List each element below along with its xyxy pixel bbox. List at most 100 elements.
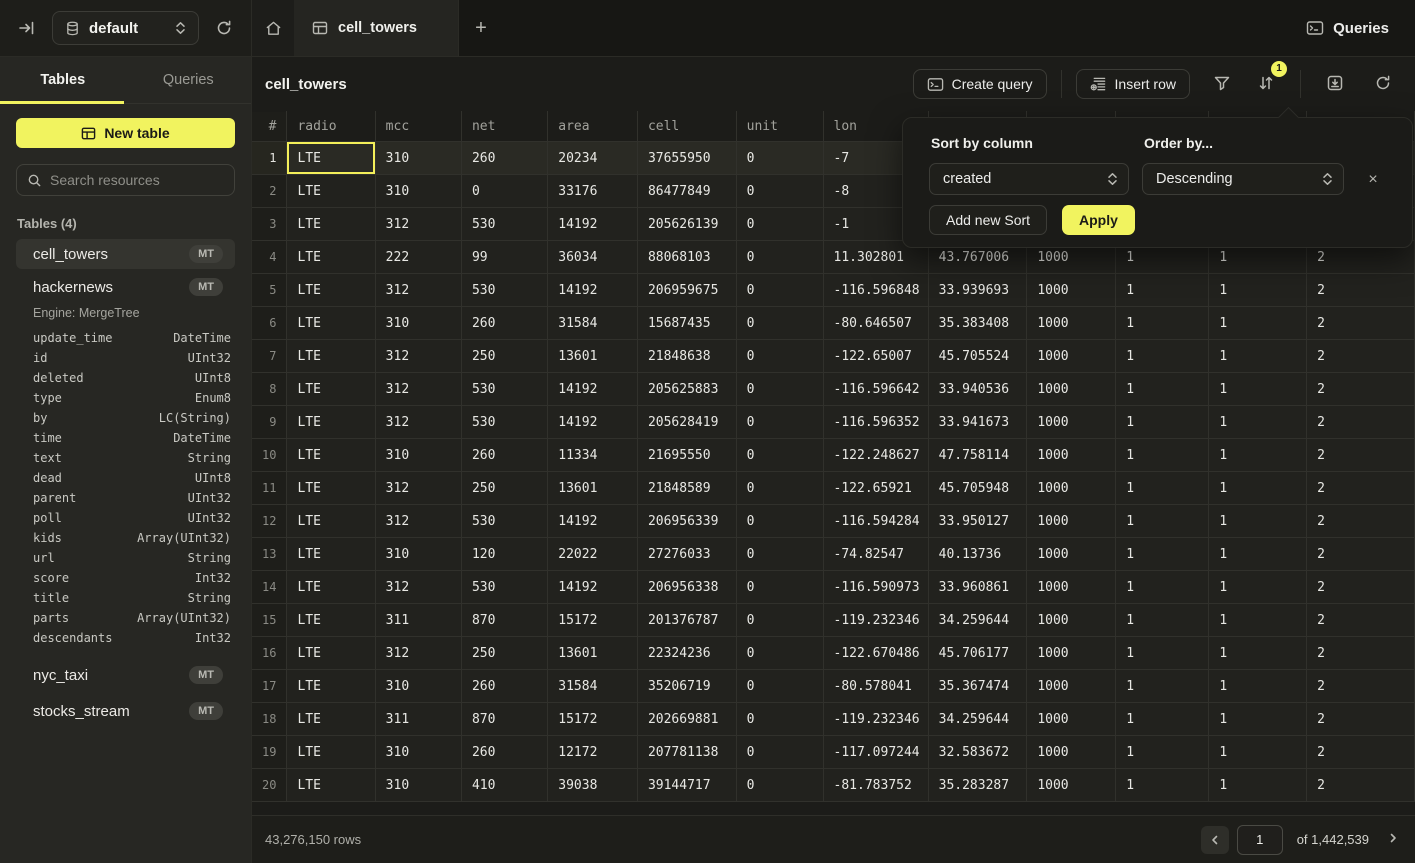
table-cell[interactable]: 33176	[548, 175, 638, 208]
table-cell[interactable]: 1000	[1027, 670, 1116, 703]
apply-sort-button[interactable]: Apply	[1062, 205, 1135, 235]
table-cell[interactable]: 311	[375, 703, 461, 736]
collapse-sidebar-button[interactable]	[14, 15, 40, 41]
table-cell[interactable]: 206956338	[637, 571, 736, 604]
table-cell[interactable]: 20234	[548, 142, 638, 175]
table-cell[interactable]: -80.646507	[823, 307, 928, 340]
new-tab-button[interactable]: +	[459, 0, 503, 56]
table-cell[interactable]: 15172	[548, 703, 638, 736]
table-cell[interactable]: 0	[736, 538, 823, 571]
table-cell[interactable]: 201376787	[637, 604, 736, 637]
table-cell[interactable]: 33.941673	[928, 406, 1027, 439]
table-cell[interactable]: LTE	[287, 736, 375, 769]
table-cell[interactable]: 1000	[1027, 406, 1116, 439]
table-cell[interactable]: 14192	[548, 571, 638, 604]
table-cell[interactable]: 2	[1307, 571, 1415, 604]
column-header-cell[interactable]: cell	[637, 112, 736, 142]
table-cell[interactable]: LTE	[287, 307, 375, 340]
table-cell[interactable]: 35.283287	[928, 769, 1027, 802]
table-cell[interactable]: 260	[461, 307, 547, 340]
table-cell[interactable]: 14192	[548, 505, 638, 538]
table-cell[interactable]: 2	[1307, 406, 1415, 439]
table-cell[interactable]: 2	[1307, 703, 1415, 736]
table-cell[interactable]: 530	[461, 406, 547, 439]
table-cell[interactable]: 1	[1209, 769, 1307, 802]
table-cell[interactable]: 205626139	[637, 208, 736, 241]
table-cell[interactable]: 36034	[548, 241, 638, 274]
table-cell[interactable]: -117.097244	[823, 736, 928, 769]
table-cell[interactable]: -80.578041	[823, 670, 928, 703]
table-cell[interactable]: 1	[1209, 406, 1307, 439]
table-cell[interactable]: -122.248627	[823, 439, 928, 472]
table-cell[interactable]: 1	[1116, 439, 1209, 472]
page-number-input[interactable]	[1237, 825, 1283, 855]
table-cell[interactable]: 35206719	[637, 670, 736, 703]
table-cell[interactable]: 0	[461, 175, 547, 208]
table-cell[interactable]: 34.259644	[928, 703, 1027, 736]
table-cell[interactable]: 1000	[1027, 373, 1116, 406]
table-cell[interactable]: 2	[1307, 604, 1415, 637]
table-cell[interactable]: 0	[736, 175, 823, 208]
sidebar-table-hackernews[interactable]: hackernewsMT	[16, 272, 235, 302]
table-cell[interactable]: 47.758114	[928, 439, 1027, 472]
sidebar-tab-queries[interactable]: Queries	[126, 57, 252, 103]
table-cell[interactable]: LTE	[287, 472, 375, 505]
table-cell[interactable]: 0	[736, 274, 823, 307]
table-cell[interactable]: -119.232346	[823, 703, 928, 736]
table-cell[interactable]: 0	[736, 373, 823, 406]
table-cell[interactable]: 260	[461, 142, 547, 175]
table-cell[interactable]: -122.670486	[823, 637, 928, 670]
queries-top-button[interactable]: Queries	[1280, 0, 1415, 56]
table-cell[interactable]: 86477849	[637, 175, 736, 208]
table-cell[interactable]: 0	[736, 340, 823, 373]
table-cell[interactable]: 870	[461, 604, 547, 637]
table-cell[interactable]: 0	[736, 142, 823, 175]
table-cell[interactable]: 250	[461, 637, 547, 670]
table-cell[interactable]: 45.705524	[928, 340, 1027, 373]
filter-button[interactable]	[1208, 69, 1236, 100]
table-cell[interactable]: -122.65921	[823, 472, 928, 505]
table-cell[interactable]: 1000	[1027, 604, 1116, 637]
table-cell[interactable]: 14192	[548, 208, 638, 241]
tab-cell-towers[interactable]: cell_towers	[294, 0, 459, 56]
table-cell[interactable]: 37655950	[637, 142, 736, 175]
table-cell[interactable]: 1000	[1027, 274, 1116, 307]
table-cell[interactable]: 1	[1209, 538, 1307, 571]
table-cell[interactable]: 530	[461, 505, 547, 538]
table-cell[interactable]: 33.939693	[928, 274, 1027, 307]
table-cell[interactable]: -74.82547	[823, 538, 928, 571]
table-cell[interactable]: 1	[1209, 505, 1307, 538]
table-cell[interactable]: 1	[1116, 307, 1209, 340]
table-cell[interactable]: LTE	[287, 340, 375, 373]
table-cell[interactable]: 312	[375, 571, 461, 604]
table-cell[interactable]: 1	[1209, 340, 1307, 373]
table-cell[interactable]: 312	[375, 340, 461, 373]
table-cell[interactable]: 2	[1307, 472, 1415, 505]
table-cell[interactable]: 310	[375, 769, 461, 802]
table-cell[interactable]: 0	[736, 571, 823, 604]
table-cell[interactable]: 11334	[548, 439, 638, 472]
table-cell[interactable]: 207781138	[637, 736, 736, 769]
table-cell[interactable]: -116.596848	[823, 274, 928, 307]
refresh-databases-button[interactable]	[211, 15, 237, 41]
table-cell[interactable]: 0	[736, 637, 823, 670]
table-cell[interactable]: 250	[461, 340, 547, 373]
table-cell[interactable]: 40.13736	[928, 538, 1027, 571]
table-cell[interactable]: 0	[736, 769, 823, 802]
table-cell[interactable]: 2	[1307, 670, 1415, 703]
table-cell[interactable]: 13601	[548, 472, 638, 505]
table-cell[interactable]: 310	[375, 175, 461, 208]
table-cell[interactable]: 1	[1209, 274, 1307, 307]
home-button[interactable]	[252, 0, 294, 56]
table-cell[interactable]: 530	[461, 208, 547, 241]
table-cell[interactable]: LTE	[287, 604, 375, 637]
column-header-unit[interactable]: unit	[736, 112, 823, 142]
table-cell[interactable]: 310	[375, 439, 461, 472]
table-cell[interactable]: 0	[736, 208, 823, 241]
table-cell[interactable]: 1000	[1027, 703, 1116, 736]
download-button[interactable]	[1321, 69, 1349, 100]
table-cell[interactable]: 530	[461, 274, 547, 307]
table-cell[interactable]: 1	[1116, 571, 1209, 604]
table-cell[interactable]: 1	[1209, 307, 1307, 340]
selected-cell[interactable]: LTE	[287, 142, 375, 175]
